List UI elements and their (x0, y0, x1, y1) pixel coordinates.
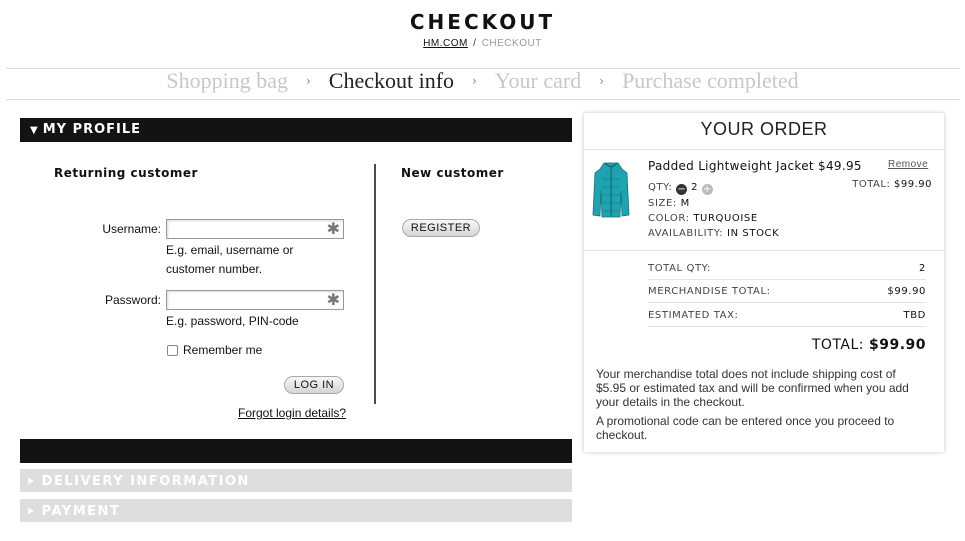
password-label: Password: (104, 293, 161, 307)
my-profile-footer (20, 439, 572, 463)
required-asterisk-icon: ✱ (326, 221, 340, 238)
breadcrumb: HM.COM / CHECKOUT (0, 38, 965, 49)
delivery-information-title: DELIVERY INFORMATION (41, 474, 250, 489)
order-divider (584, 250, 944, 251)
username-label: Username: (102, 222, 161, 236)
step-purchase-completed: Purchase completed (622, 68, 799, 93)
step-your-card: Your card (494, 68, 582, 93)
returning-customer-heading: Returning customer (54, 166, 198, 180)
product-image[interactable] (592, 161, 630, 219)
product-name[interactable]: Padded Lightweight Jacket $49.95 (648, 159, 862, 173)
total-qty-label: TOTAL QTY: (648, 263, 712, 274)
minus-icon[interactable]: − (676, 184, 688, 195)
required-asterisk-icon: ✱ (326, 292, 340, 309)
checkout-steps: Shopping bag › Checkout info › Your card… (0, 68, 965, 94)
product-price: $49.95 (818, 159, 862, 173)
line-total: TOTAL: $99.90 (852, 179, 932, 190)
breadcrumb-home-link[interactable]: HM.COM (423, 38, 468, 49)
summary-divider (648, 326, 926, 327)
summary-divider (648, 279, 926, 280)
new-customer-heading: New customer (401, 166, 504, 180)
estimated-tax-row: ESTIMATED TAX: TBD (648, 310, 926, 321)
availability-value: IN STOCK (727, 228, 780, 239)
qty-value: 2 (691, 182, 699, 193)
username-hint: E.g. email, username or customer number. (166, 241, 293, 279)
step-arrow-icon: › (472, 74, 477, 88)
step-shopping-bag[interactable]: Shopping bag (166, 68, 288, 94)
total-qty-value: 2 (919, 263, 926, 274)
your-order-title: YOUR ORDER (700, 119, 828, 139)
column-divider (374, 164, 376, 404)
line-total-value: $99.90 (894, 179, 932, 190)
availability-attribute: AVAILABILITY: IN STOCK (648, 228, 779, 239)
estimated-tax-value: TBD (903, 310, 926, 321)
breadcrumb-separator: / (473, 38, 477, 49)
order-divider (584, 149, 944, 150)
page-title: CHECKOUT (409, 10, 556, 34)
your-order-panel: YOUR ORDER Padded Lightweight Jacket $49… (584, 113, 944, 452)
my-profile-title: MY PROFILE (42, 122, 142, 137)
merchandise-total-value: $99.90 (887, 286, 926, 297)
my-profile-header[interactable]: ▼ MY PROFILE (20, 118, 572, 142)
step-checkout-info: Checkout info (328, 68, 455, 93)
estimated-tax-label: ESTIMATED TAX: (648, 310, 739, 321)
size-value: M (680, 198, 690, 209)
size-label: SIZE: (648, 198, 677, 209)
payment-title: PAYMENT (41, 504, 121, 519)
merchandise-total-label: MERCHANDISE TOTAL: (648, 286, 771, 297)
summary-divider (648, 302, 926, 303)
forgot-login-link[interactable]: Forgot login details? (238, 406, 346, 420)
plus-icon[interactable]: + (701, 184, 713, 195)
log-in-button[interactable]: LOG IN (284, 376, 344, 394)
triangle-right-icon: ▶ (28, 476, 36, 485)
username-hint-line-1: E.g. email, username or (166, 243, 294, 257)
steps-divider (6, 99, 959, 100)
color-value: TURQUOISE (693, 213, 758, 224)
password-field[interactable]: ✱ (166, 290, 344, 310)
step-arrow-icon: › (305, 74, 311, 88)
merchandise-total-row: MERCHANDISE TOTAL: $99.90 (648, 286, 926, 297)
qty-label: QTY: (648, 182, 673, 193)
remember-me-checkbox[interactable] (167, 345, 178, 356)
delivery-information-section[interactable]: ▶ DELIVERY INFORMATION (20, 469, 572, 492)
total-qty-row: TOTAL QTY: 2 (648, 263, 926, 274)
username-hint-line-2: customer number. (166, 262, 263, 276)
availability-label: AVAILABILITY: (648, 228, 724, 239)
password-hint: E.g. password, PIN-code (166, 314, 299, 328)
remember-me-label[interactable]: Remember me (183, 341, 262, 360)
color-label: COLOR: (648, 213, 690, 224)
promo-note: A promotional code can be entered once y… (596, 414, 895, 442)
grand-total-label: TOTAL: (811, 337, 865, 353)
color-attribute: COLOR: TURQUOISE (648, 213, 758, 224)
grand-total: TOTAL: $99.90 (812, 337, 926, 353)
my-profile-panel: ▼ MY PROFILE Returning customer Username:… (20, 118, 572, 463)
triangle-down-icon: ▼ (30, 125, 39, 136)
remove-link[interactable]: Remove (888, 159, 928, 170)
triangle-right-icon: ▶ (28, 506, 36, 515)
grand-total-value: $99.90 (868, 337, 926, 353)
quantity-stepper: QTY: − 2 + (648, 182, 713, 195)
register-button[interactable]: REGISTER (402, 219, 480, 237)
product-title: Padded Lightweight Jacket (648, 159, 814, 173)
breadcrumb-current: CHECKOUT (481, 38, 542, 49)
username-field[interactable]: ✱ (166, 219, 344, 239)
size-attribute: SIZE: M (648, 198, 690, 209)
line-total-label: TOTAL: (852, 179, 891, 190)
step-arrow-icon: › (599, 74, 605, 88)
my-profile-body: Returning customer Username: ✱ E.g. emai… (20, 142, 572, 439)
payment-section[interactable]: ▶ PAYMENT (20, 499, 572, 522)
shipping-note: Your merchandise total does not include … (596, 367, 909, 409)
